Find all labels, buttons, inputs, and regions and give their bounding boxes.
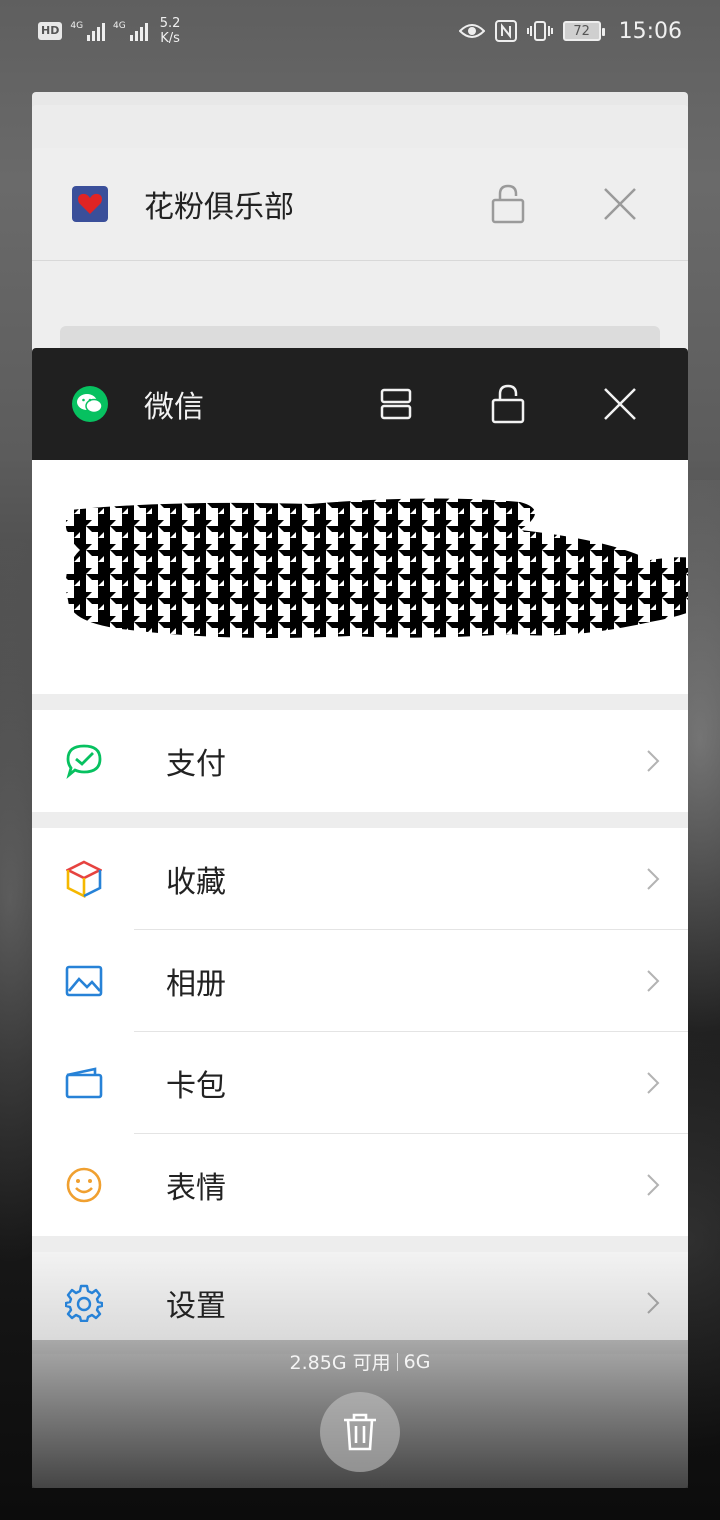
menu-item-card-wallet[interactable]: 卡包 — [32, 1032, 688, 1134]
eye-comfort-icon — [458, 21, 485, 41]
menu-item-pay[interactable]: 支付 — [32, 710, 688, 812]
settings-gear-icon — [64, 1283, 104, 1323]
album-icon — [64, 961, 104, 1001]
menu-item-label: 设置 — [166, 1289, 226, 1324]
recent-app-card-huafen[interactable]: 花粉俱乐部 — [32, 148, 688, 378]
huafen-content-preview — [32, 260, 688, 290]
menu-group-settings: 设置 — [32, 1252, 688, 1354]
wechat-app-icon — [72, 386, 108, 422]
memory-available: 2.85G 可用 — [289, 1352, 391, 1374]
menu-group-main: 收藏 相册 卡包 表情 — [32, 828, 688, 1236]
app-title: 花粉俱乐部 — [144, 190, 294, 225]
lock-app-button[interactable] — [480, 376, 536, 432]
sticker-smiley-icon — [64, 1165, 104, 1205]
menu-item-favorites[interactable]: 收藏 — [32, 828, 688, 930]
nfc-icon — [494, 20, 517, 42]
menu-item-album[interactable]: 相册 — [32, 930, 688, 1032]
split-screen-button[interactable] — [368, 376, 424, 432]
card-wallet-icon — [64, 1063, 104, 1103]
battery-icon: 72 — [562, 21, 605, 41]
chevron-right-icon — [646, 749, 660, 773]
chevron-right-icon — [646, 1173, 660, 1197]
memory-total: 6G — [403, 1350, 431, 1373]
profile-area-redacted — [32, 460, 688, 694]
menu-item-stickers[interactable]: 表情 — [32, 1134, 688, 1236]
menu-item-settings[interactable]: 设置 — [32, 1252, 688, 1354]
chevron-right-icon — [646, 1291, 660, 1315]
menu-item-label: 支付 — [166, 747, 226, 782]
clear-all-button[interactable] — [320, 1392, 400, 1472]
menu-item-label: 收藏 — [166, 865, 226, 900]
chevron-right-icon — [646, 1071, 660, 1095]
favorites-cube-icon — [64, 859, 104, 899]
app-title: 微信 — [144, 390, 204, 425]
signal-strength-icon: 4G — [70, 21, 106, 41]
chevron-right-icon — [646, 969, 660, 993]
trash-icon — [342, 1412, 378, 1452]
wechat-pay-icon — [64, 741, 104, 781]
close-app-button[interactable] — [592, 376, 648, 432]
close-app-button[interactable] — [592, 176, 648, 232]
clock: 15:06 — [618, 18, 682, 44]
lock-app-button[interactable] — [480, 176, 536, 232]
menu-item-label: 表情 — [166, 1171, 226, 1206]
chevron-right-icon — [646, 867, 660, 891]
vibrate-icon — [526, 20, 553, 42]
recent-app-card-wechat[interactable]: 微信 支付 收藏 相册 卡包 表情 设置 — [32, 348, 688, 1488]
hd-voice-badge: HD — [38, 22, 63, 40]
menu-group-pay: 支付 — [32, 710, 688, 812]
menu-item-label: 相册 — [166, 967, 226, 1002]
status-bar: HD 4G 4G 5.2 K/s 72 15:06 — [0, 0, 720, 62]
divider — [396, 1352, 398, 1371]
redaction-scribble — [65, 498, 688, 638]
network-speed: 5.2 K/s — [159, 16, 181, 46]
menu-item-label: 卡包 — [166, 1069, 226, 1104]
huafen-app-icon — [72, 186, 108, 222]
memory-status: 2.85G 可用 6G — [0, 1348, 720, 1375]
signal-strength-icon: 4G — [113, 21, 148, 41]
